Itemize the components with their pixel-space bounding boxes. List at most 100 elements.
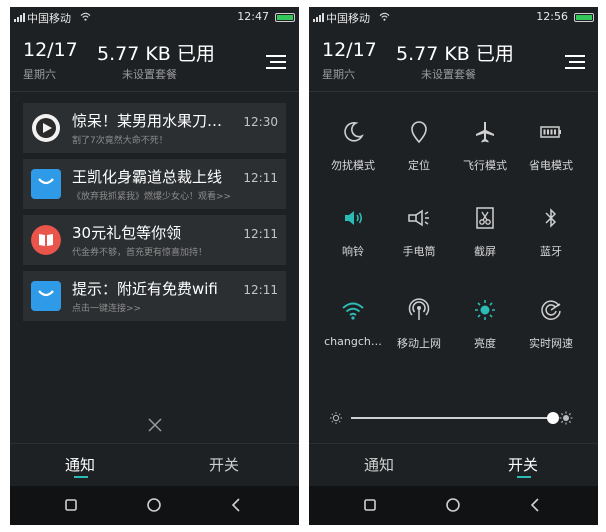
- notification-title: 王凯化身霸道总裁上线: [72, 168, 223, 186]
- toggle-flashlight[interactable]: 手电筒: [383, 205, 455, 259]
- brightness-slider-thumb[interactable]: [547, 412, 559, 424]
- carrier-name: 中国移动: [27, 12, 71, 25]
- bluetooth-icon: [545, 208, 557, 228]
- toggle-label: 勿扰模式: [331, 159, 375, 172]
- book-icon: [31, 225, 61, 255]
- play-icon: [32, 114, 60, 142]
- toggle-label: 截屏: [474, 245, 496, 258]
- data-plan-label[interactable]: 未设置套餐: [421, 66, 476, 82]
- header-divider: [10, 91, 299, 92]
- toggle-do-not-disturb[interactable]: 勿扰模式: [317, 119, 389, 173]
- screenshot-icon: [476, 207, 494, 229]
- notification-title: 惊呆！某男用水果刀…: [72, 112, 223, 130]
- notification-subtitle: 《放弃我抓紧我》燃爆少女心！观看>>: [72, 192, 232, 202]
- location-icon: [411, 121, 427, 144]
- toggle-label: 实时网速: [529, 337, 573, 350]
- toggle-brightness[interactable]: 亮度: [449, 297, 521, 351]
- panel-header: 12/17 星期六 5.77 KB 已用 未设置套餐: [10, 31, 299, 95]
- header-divider: [309, 91, 598, 92]
- tab-notifications[interactable]: 通知: [65, 454, 95, 475]
- active-tab-indicator: [74, 476, 88, 478]
- toggle-label: 省电模式: [529, 159, 573, 172]
- weekday-label: 星期六: [23, 68, 56, 81]
- notification-time: 12:30: [243, 115, 278, 129]
- toggle-wifi[interactable]: changch…: [317, 297, 389, 348]
- notification-subtitle: 代金券不够，首充更有惊喜加持！: [72, 248, 208, 258]
- notification-subtitle: 割了7次竟然大命不死！: [72, 136, 168, 146]
- weekday-label: 星期六: [322, 68, 355, 81]
- navigation-bar: [10, 486, 299, 525]
- notification-item[interactable]: 提示：附近有免费wifi 点击一键连接>> 12:11: [23, 271, 286, 321]
- toggle-screenshot[interactable]: 截屏: [449, 205, 521, 259]
- speaker-icon: [345, 211, 363, 225]
- toggle-label: 亮度: [474, 337, 496, 350]
- notification-time: 12:11: [243, 171, 278, 185]
- menu-icon[interactable]: [266, 53, 286, 71]
- active-tab-indicator: [517, 476, 531, 478]
- notification-title: 30元礼包等你领: [72, 224, 182, 242]
- wifi-status-icon: [379, 12, 390, 21]
- battery-icon: [574, 13, 594, 22]
- wifi-status-icon: [80, 12, 91, 21]
- toggle-label: 手电筒: [402, 245, 436, 258]
- data-plan-label[interactable]: 未设置套餐: [122, 66, 177, 82]
- toggle-location[interactable]: 定位: [383, 119, 455, 173]
- notification-title: 提示：附近有免费wifi: [72, 280, 218, 298]
- toggle-battery-saver[interactable]: 省电模式: [515, 119, 587, 173]
- recent-apps-icon[interactable]: [361, 496, 379, 514]
- notification-time: 12:11: [243, 227, 278, 241]
- toggles-panel: 中国移动 12:56 12/17 星期六 5.77 KB 已用 未设置套餐 勿扰…: [309, 7, 598, 525]
- wifi-icon: [342, 302, 364, 320]
- back-icon[interactable]: [228, 496, 246, 514]
- tab-toggles[interactable]: 开关: [508, 454, 538, 475]
- toggle-label: changch…: [324, 335, 382, 348]
- flashlight-icon: [408, 209, 429, 227]
- home-icon[interactable]: [145, 496, 163, 514]
- moon-icon: [344, 122, 364, 142]
- recent-apps-icon[interactable]: [62, 496, 80, 514]
- tab-notifications[interactable]: 通知: [364, 454, 394, 475]
- panel-tabs: 通知 开关: [309, 443, 598, 486]
- brightness-slider-track[interactable]: [351, 417, 553, 419]
- toggle-bluetooth[interactable]: 蓝牙: [515, 205, 587, 259]
- clock: 12:47: [237, 10, 269, 23]
- signal-icon: [14, 13, 25, 22]
- status-bar: 中国移动 12:56: [309, 7, 598, 27]
- toggle-network-speed[interactable]: 实时网速: [515, 297, 587, 351]
- tab-toggles[interactable]: 开关: [209, 454, 239, 475]
- toggle-label: 定位: [408, 159, 430, 172]
- toggle-airplane-mode[interactable]: 飞行模式: [449, 119, 521, 173]
- toggle-label: 飞行模式: [463, 159, 507, 172]
- battery-saver-icon: [540, 126, 561, 138]
- shopping-bag-icon: [31, 169, 61, 199]
- status-bar: 中国移动 12:47: [10, 7, 299, 27]
- notification-panel: 中国移动 12:47 12/17 星期六 5.77 KB 已用 未设置套餐 惊呆…: [10, 7, 299, 525]
- date-label: 12/17: [322, 39, 377, 61]
- date-label: 12/17: [23, 39, 78, 61]
- menu-icon[interactable]: [565, 53, 585, 71]
- toggle-label: 响铃: [342, 245, 364, 258]
- toggle-mobile-data[interactable]: 移动上网: [383, 297, 455, 351]
- back-icon[interactable]: [527, 496, 545, 514]
- notification-time: 12:11: [243, 283, 278, 297]
- notification-item[interactable]: 惊呆！某男用水果刀… 割了7次竟然大命不死！ 12:30: [23, 103, 286, 153]
- data-usage[interactable]: 5.77 KB 已用: [396, 39, 514, 66]
- toggle-ringer[interactable]: 响铃: [317, 205, 389, 259]
- carrier-name: 中国移动: [326, 12, 370, 25]
- brightness-high-icon: [559, 411, 573, 425]
- airplane-icon: [476, 122, 494, 143]
- notification-item[interactable]: 30元礼包等你领 代金券不够，首充更有惊喜加持！ 12:11: [23, 215, 286, 265]
- notification-item[interactable]: 王凯化身霸道总裁上线 《放弃我抓紧我》燃爆少女心！观看>> 12:11: [23, 159, 286, 209]
- notification-subtitle: 点击一键连接>>: [72, 304, 142, 314]
- brightness-low-icon: [330, 412, 342, 424]
- shopping-bag-icon: [31, 281, 61, 311]
- sun-icon: [475, 300, 495, 320]
- home-icon[interactable]: [444, 496, 462, 514]
- signal-icon: [313, 13, 324, 22]
- clear-all-close-icon[interactable]: [147, 417, 163, 433]
- data-usage[interactable]: 5.77 KB 已用: [97, 39, 215, 66]
- toggle-label: 蓝牙: [540, 245, 562, 258]
- toggle-label: 移动上网: [397, 337, 441, 350]
- panel-header: 12/17 星期六 5.77 KB 已用 未设置套餐: [309, 31, 598, 95]
- brightness-row: [309, 407, 598, 429]
